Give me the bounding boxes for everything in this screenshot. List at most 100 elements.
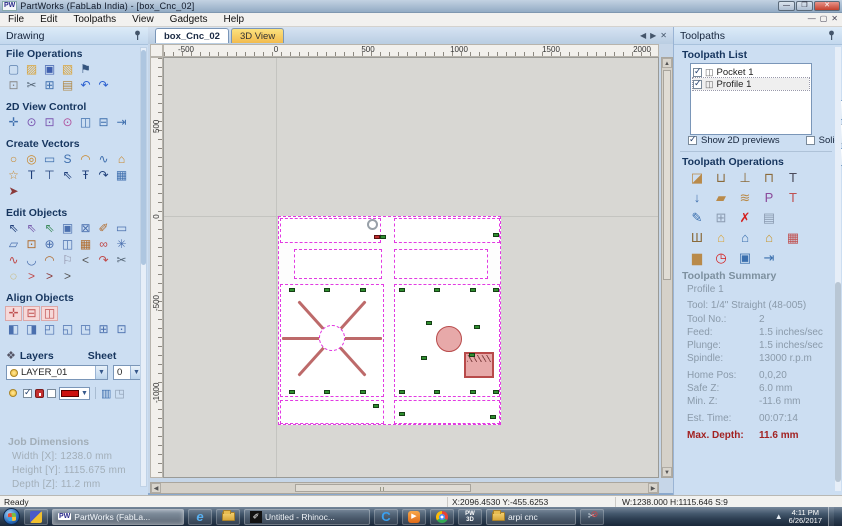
layer-visible-checkbox[interactable] — [23, 387, 32, 398]
zoom-extents-icon[interactable]: ◫ — [77, 115, 94, 130]
start-button[interactable] — [3, 508, 20, 525]
delete-toolpath-icon[interactable]: ✗ — [736, 209, 754, 227]
open-loop-tool-icon[interactable]: ◠ — [41, 253, 58, 268]
tray-expand-icon[interactable]: ▲ — [775, 512, 783, 521]
node-edit-tool-icon[interactable]: ⇖ — [23, 221, 40, 236]
toolpaths-panel-scrollbar[interactable] — [835, 47, 841, 491]
select-tool-icon[interactable]: ⇖ — [5, 221, 22, 236]
toolpath-item[interactable]: ◫Profile 1 — [692, 77, 810, 91]
select-text-icon[interactable]: ⇖ — [59, 168, 76, 183]
part-outline[interactable] — [394, 249, 488, 279]
tab-marker[interactable] — [434, 390, 440, 394]
save-toolpath-icon[interactable]: ▣ — [736, 249, 754, 267]
move-to-layer-icon[interactable]: ▥ — [101, 388, 111, 400]
tab-marker[interactable] — [493, 390, 499, 394]
material-setup-icon[interactable]: ⌂ — [712, 229, 730, 247]
draw-polygon-icon[interactable]: ⌂ — [113, 152, 130, 167]
layer-settings-icon[interactable]: ◳ — [114, 388, 124, 400]
align-inside-top-icon[interactable]: ◳ — [77, 322, 94, 337]
pinned-vcarve[interactable] — [24, 508, 48, 525]
part-outline[interactable] — [280, 400, 384, 424]
sheet-select[interactable]: 0 ▼ — [113, 365, 143, 380]
tab-marker[interactable] — [470, 390, 476, 394]
restore-button[interactable]: ❐ — [796, 1, 813, 11]
task-media-player[interactable]: ▶ — [402, 508, 426, 525]
zoom-interactive-icon[interactable]: ⊙ — [23, 115, 40, 130]
tab-marker[interactable] — [493, 233, 499, 237]
paste-array-icon[interactable]: ▦ — [113, 168, 130, 183]
scroll-left-icon[interactable]: ◀ — [151, 483, 161, 493]
toolpath-checkbox[interactable] — [693, 66, 702, 77]
ring-vector[interactable] — [367, 219, 378, 230]
fillet-tool-icon[interactable]: > — [23, 269, 40, 284]
mdi-close-button[interactable]: ✕ — [831, 14, 838, 23]
menu-view[interactable]: View — [124, 14, 162, 25]
finishing-toolpath-icon[interactable]: ▰ — [712, 189, 730, 207]
close-button[interactable]: ✕ — [814, 1, 840, 11]
open-drawing-icon[interactable]: ▨ — [23, 62, 40, 77]
smooth-curve-tool-icon[interactable]: ∿ — [5, 253, 22, 268]
tab-marker[interactable] — [493, 288, 499, 292]
tab-marker[interactable] — [421, 356, 427, 360]
undo-icon[interactable]: ↶ — [77, 78, 94, 93]
tab-marker[interactable] — [490, 415, 496, 419]
job-setup-icon[interactable]: ⊡ — [5, 78, 22, 93]
tab-marker[interactable] — [380, 235, 386, 239]
task-chrome[interactable] — [430, 508, 454, 525]
texture-toolpath-icon[interactable]: T — [784, 189, 802, 207]
align-right-icon[interactable]: ◨ — [23, 322, 40, 337]
cut-icon[interactable]: ✂ — [23, 78, 40, 93]
center-y-in-material-icon[interactable]: ◫ — [41, 306, 58, 321]
menu-help[interactable]: Help — [215, 14, 252, 25]
toolpath-item[interactable]: ◫Pocket 1 — [693, 66, 809, 78]
vertical-scroll-thumb[interactable] — [663, 70, 671, 280]
tab-marker[interactable] — [399, 412, 405, 416]
vcarve-toolpath-icon[interactable]: T — [784, 169, 802, 187]
part-outline[interactable] — [294, 249, 382, 279]
tab-marker[interactable] — [469, 353, 475, 357]
task-partworks-3d[interactable]: PW 3D — [458, 508, 482, 525]
flag-node-tool-icon[interactable]: ⚐ — [59, 253, 76, 268]
tab-box_cnc_02[interactable]: box_Cnc_02 — [155, 28, 229, 43]
drawing-viewport[interactable] — [163, 57, 659, 478]
zoom-box-icon[interactable]: ⊡ — [41, 115, 58, 130]
tab-marker[interactable] — [360, 288, 366, 292]
layer-lock-checkbox[interactable] — [47, 388, 56, 398]
task-snipping-tool[interactable]: ✂ — [580, 508, 604, 525]
vertex-tool-icon[interactable]: < — [77, 253, 94, 268]
title-bar[interactable]: PW PartWorks (FabLab India) - [box_Cnc_0… — [0, 0, 842, 13]
crop-tool-icon[interactable]: ⊡ — [23, 237, 40, 252]
mdi-restore-button[interactable]: ▢ — [820, 14, 828, 23]
layer-visibility-toggle[interactable] — [9, 389, 17, 397]
explode-tool-icon[interactable]: ✂ — [113, 253, 130, 268]
draw-circle-icon[interactable]: ○ — [5, 152, 22, 167]
edit-toolpath-icon[interactable]: ✎ — [688, 209, 706, 227]
mdi-minimize-button[interactable]: — — [808, 14, 816, 23]
menu-gadgets[interactable]: Gadgets — [162, 14, 216, 25]
layer-lock-icon[interactable] — [35, 388, 44, 398]
tab-marker[interactable] — [399, 390, 405, 394]
delete-node-tool-icon[interactable]: ⊠ — [77, 221, 94, 236]
preview-toolpaths-icon[interactable]: ⌂ — [736, 229, 754, 247]
drilling-toolpath-icon[interactable]: ⊥ — [736, 169, 754, 187]
draw-ellipse-icon[interactable]: ◎ — [23, 152, 40, 167]
close-loop-tool-icon[interactable]: ◡ — [23, 253, 40, 268]
free-transform-tool-icon[interactable]: ▭ — [113, 221, 130, 236]
menu-edit[interactable]: Edit — [32, 14, 65, 25]
mirror-tool-icon[interactable]: ◫ — [59, 237, 76, 252]
tab-marker[interactable] — [426, 321, 432, 325]
profile-toolpath-icon[interactable]: ◪ — [688, 169, 706, 187]
scroll-up-icon[interactable]: ▲ — [662, 58, 672, 68]
estimate-machining-time-icon[interactable]: ◷ — [712, 249, 730, 267]
align-left-icon[interactable]: ◧ — [5, 322, 22, 337]
menu-toolpaths[interactable]: Toolpaths — [65, 14, 124, 25]
array-copy-tool-icon[interactable]: ▦ — [77, 237, 94, 252]
task-windows-explorer[interactable] — [216, 508, 240, 525]
task-corel[interactable]: C — [374, 508, 398, 525]
pin-icon[interactable] — [827, 30, 836, 41]
toolpath-tiling-icon[interactable]: ▦ — [784, 229, 802, 247]
pan-tool-icon[interactable]: ✛ — [5, 115, 22, 130]
drawing-panel-scrollbar[interactable] — [140, 47, 147, 487]
star-center-circle[interactable] — [319, 325, 345, 351]
part-outline[interactable] — [394, 218, 500, 243]
